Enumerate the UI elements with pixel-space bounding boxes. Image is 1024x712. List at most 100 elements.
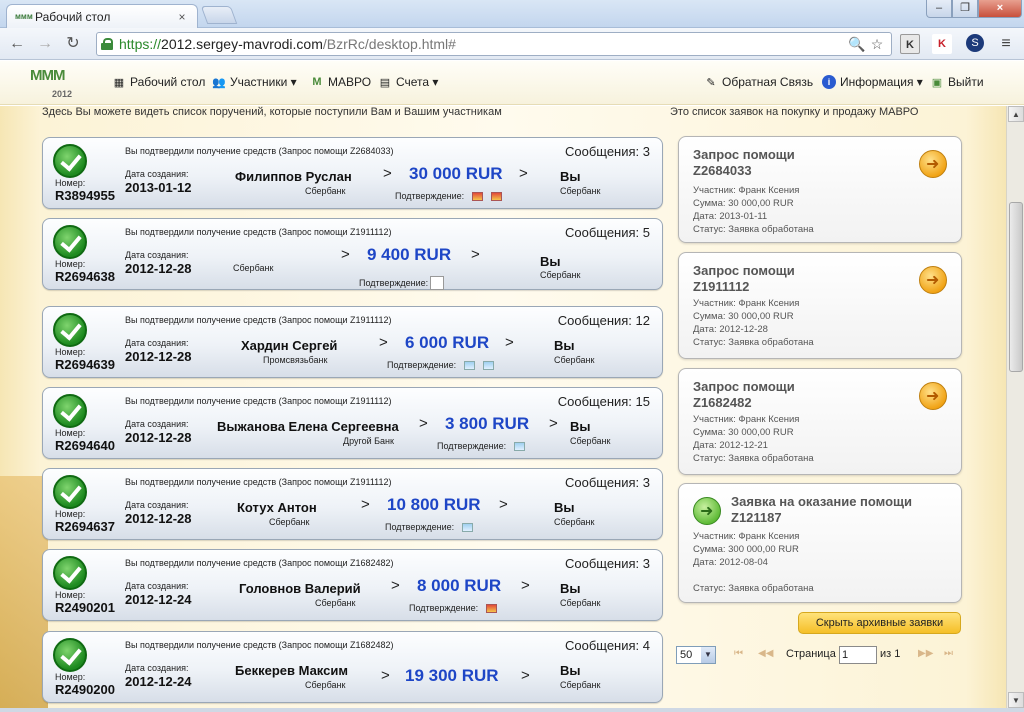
order-card[interactable]: Вы подтвердили получение средств (Запрос… <box>42 468 663 540</box>
decorative-gift-image <box>0 476 48 708</box>
order-date-label: Дата создания: <box>125 663 189 673</box>
window-minimize-button[interactable]: – <box>926 0 952 18</box>
url-text[interactable]: https://2012.sergey-mavrodi.com/BzrRc/de… <box>119 36 847 52</box>
vertical-scrollbar[interactable]: ▲ ▼ <box>1006 106 1024 708</box>
request-card[interactable]: Запрос помощи Z2684033 Участник: Франк К… <box>678 136 962 243</box>
order-number-label: Номер: <box>55 672 86 682</box>
arrow-right-icon[interactable] <box>919 266 947 294</box>
chrome-menu-icon[interactable]: ≡ <box>996 34 1016 54</box>
order-number-label: Номер: <box>55 509 86 519</box>
request-title: Запрос помощи <box>693 147 795 162</box>
request-sum: Сумма: 30 000,00 RUR <box>693 427 794 438</box>
order-amount: 30 000 RUR <box>409 164 503 183</box>
nav-participants[interactable]: 👥 Участники ▾ <box>212 75 297 89</box>
last-page-icon[interactable]: ⏭ <box>944 648 953 659</box>
nav-information[interactable]: i Информация ▾ <box>822 75 923 89</box>
nav-mavro[interactable]: M МАВРО <box>310 75 371 89</box>
arrow-right-icon[interactable] <box>919 382 947 410</box>
order-card[interactable]: Вы подтвердили получение средств (Запрос… <box>42 137 663 209</box>
order-confirmation: Подтверждение: <box>409 603 498 613</box>
order-recipient: Вы <box>570 419 591 434</box>
order-amount: 8 000 RUR <box>417 576 502 595</box>
extension-skype-icon[interactable]: S <box>966 34 984 52</box>
request-card[interactable]: Запрос помощи Z1682482 Участник: Франк К… <box>678 368 962 475</box>
prev-page-icon[interactable]: ◀◀ <box>758 648 773 659</box>
order-arrow-icon: > <box>391 577 400 594</box>
extension-k-icon[interactable]: K <box>900 34 920 54</box>
confirmation-image-icon[interactable] <box>486 603 498 613</box>
order-sender-bank: Сбербанк <box>233 263 274 273</box>
confirmation-image-icon[interactable] <box>483 360 495 370</box>
order-messages-link[interactable]: Сообщения: 3 <box>565 556 650 571</box>
order-description: Вы подтвердили получение средств (Запрос… <box>125 396 392 406</box>
order-messages-link[interactable]: Сообщения: 12 <box>558 313 650 328</box>
confirmed-check-icon <box>53 475 87 509</box>
order-recipient-bank: Сбербанк <box>554 355 595 365</box>
order-arrow-icon: > <box>519 165 528 182</box>
forward-arrow-icon[interactable]: → <box>34 34 56 54</box>
bookmark-star-icon[interactable]: ☆ <box>867 36 887 53</box>
confirmation-image-icon[interactable] <box>514 441 526 451</box>
next-page-icon[interactable]: ▶▶ <box>918 648 933 659</box>
confirmed-check-icon <box>53 313 87 347</box>
new-tab-button[interactable] <box>200 6 238 24</box>
order-confirm-label: Подтверждение: <box>359 278 429 288</box>
order-messages-link[interactable]: Сообщения: 3 <box>565 144 650 159</box>
scrollbar-thumb[interactable] <box>1009 202 1023 372</box>
scroll-down-icon[interactable]: ▼ <box>1008 692 1024 708</box>
order-arrow-icon: > <box>549 415 558 432</box>
pagination: 50 ▼ ⏮ ◀◀ Страница 1 из 1 ▶▶ ⏭ <box>676 644 966 666</box>
accounts-icon: ▤ <box>379 76 391 89</box>
zoom-icon[interactable]: 🔍 <box>847 36 867 53</box>
order-card[interactable]: Вы подтвердили получение средств (Запрос… <box>42 549 663 621</box>
arrow-right-green-icon[interactable] <box>693 497 721 525</box>
request-sum: Сумма: 300 000,00 RUR <box>693 544 799 555</box>
scroll-up-icon[interactable]: ▲ <box>1008 106 1024 122</box>
request-date: Дата: 2012-08-04 <box>693 557 768 568</box>
order-card[interactable]: Вы подтвердили получение средств (Запрос… <box>42 387 663 459</box>
window-maximize-button[interactable]: ❐ <box>952 0 978 18</box>
back-arrow-icon[interactable]: ← <box>6 34 28 54</box>
order-messages-link[interactable]: Сообщения: 3 <box>565 475 650 490</box>
order-messages-link[interactable]: Сообщения: 5 <box>565 225 650 240</box>
per-page-select[interactable]: 50 ▼ <box>676 646 716 664</box>
browser-titlebar: ммм Рабочий стол × – ❐ × <box>0 0 1024 28</box>
confirmation-image-icon[interactable] <box>491 191 503 201</box>
mmm-logo[interactable]: МММ 2012 <box>30 67 72 101</box>
nav-logout-label: Выйти <box>948 75 984 89</box>
tab-close-icon[interactable]: × <box>175 10 189 24</box>
hide-archive-button[interactable]: Скрыть архивные заявки <box>798 612 961 634</box>
first-page-icon[interactable]: ⏮ <box>734 648 743 659</box>
confirmation-image-icon[interactable] <box>464 360 476 370</box>
confirmation-image-icon[interactable] <box>472 191 484 201</box>
order-messages-link[interactable]: Сообщения: 4 <box>565 638 650 653</box>
order-arrow-icon: > <box>381 667 390 684</box>
browser-tab[interactable]: ммм Рабочий стол × <box>6 4 198 28</box>
request-card[interactable]: Запрос помощи Z1911112 Участник: Франк К… <box>678 252 962 359</box>
chevron-down-icon[interactable]: ▼ <box>701 647 715 663</box>
request-card[interactable]: Заявка на оказание помощи Z121187 Участн… <box>678 483 962 603</box>
order-description: Вы подтвердили получение средств (Запрос… <box>125 477 392 487</box>
nav-accounts[interactable]: ▤ Счета ▾ <box>378 75 439 89</box>
window-close-button[interactable]: × <box>978 0 1022 18</box>
request-title: Заявка на оказание помощи <box>731 494 913 509</box>
order-messages-link[interactable]: Сообщения: 15 <box>558 394 650 409</box>
arrow-right-icon[interactable] <box>919 150 947 178</box>
order-confirm-label: Подтверждение: <box>437 441 507 451</box>
nav-logout[interactable]: ▣ Выйти <box>930 75 984 89</box>
broken-image-icon[interactable] <box>430 276 445 290</box>
confirmation-image-icon[interactable] <box>462 522 474 532</box>
order-card[interactable]: Вы подтвердили получение средств (Запрос… <box>42 631 663 703</box>
order-number: R3894955 <box>55 188 115 203</box>
request-id: Z121187 <box>731 510 782 525</box>
request-participant: Участник: Франк Ксения <box>693 185 800 196</box>
nav-feedback[interactable]: ✎ Обратная Связь <box>704 75 813 89</box>
order-card[interactable]: Вы подтвердили получение средств (Запрос… <box>42 306 663 378</box>
order-card[interactable]: Вы подтвердили получение средств (Запрос… <box>42 218 663 290</box>
address-bar[interactable]: https://2012.sergey-mavrodi.com/BzrRc/de… <box>96 32 892 56</box>
extension-kaspersky-icon[interactable]: K <box>932 34 952 54</box>
nav-desktop[interactable]: ▦ Рабочий стол <box>112 75 206 89</box>
reload-icon[interactable]: ↻ <box>62 34 84 54</box>
request-status: Статус: Заявка обработана <box>693 583 814 594</box>
page-number-input[interactable]: 1 <box>839 646 877 664</box>
